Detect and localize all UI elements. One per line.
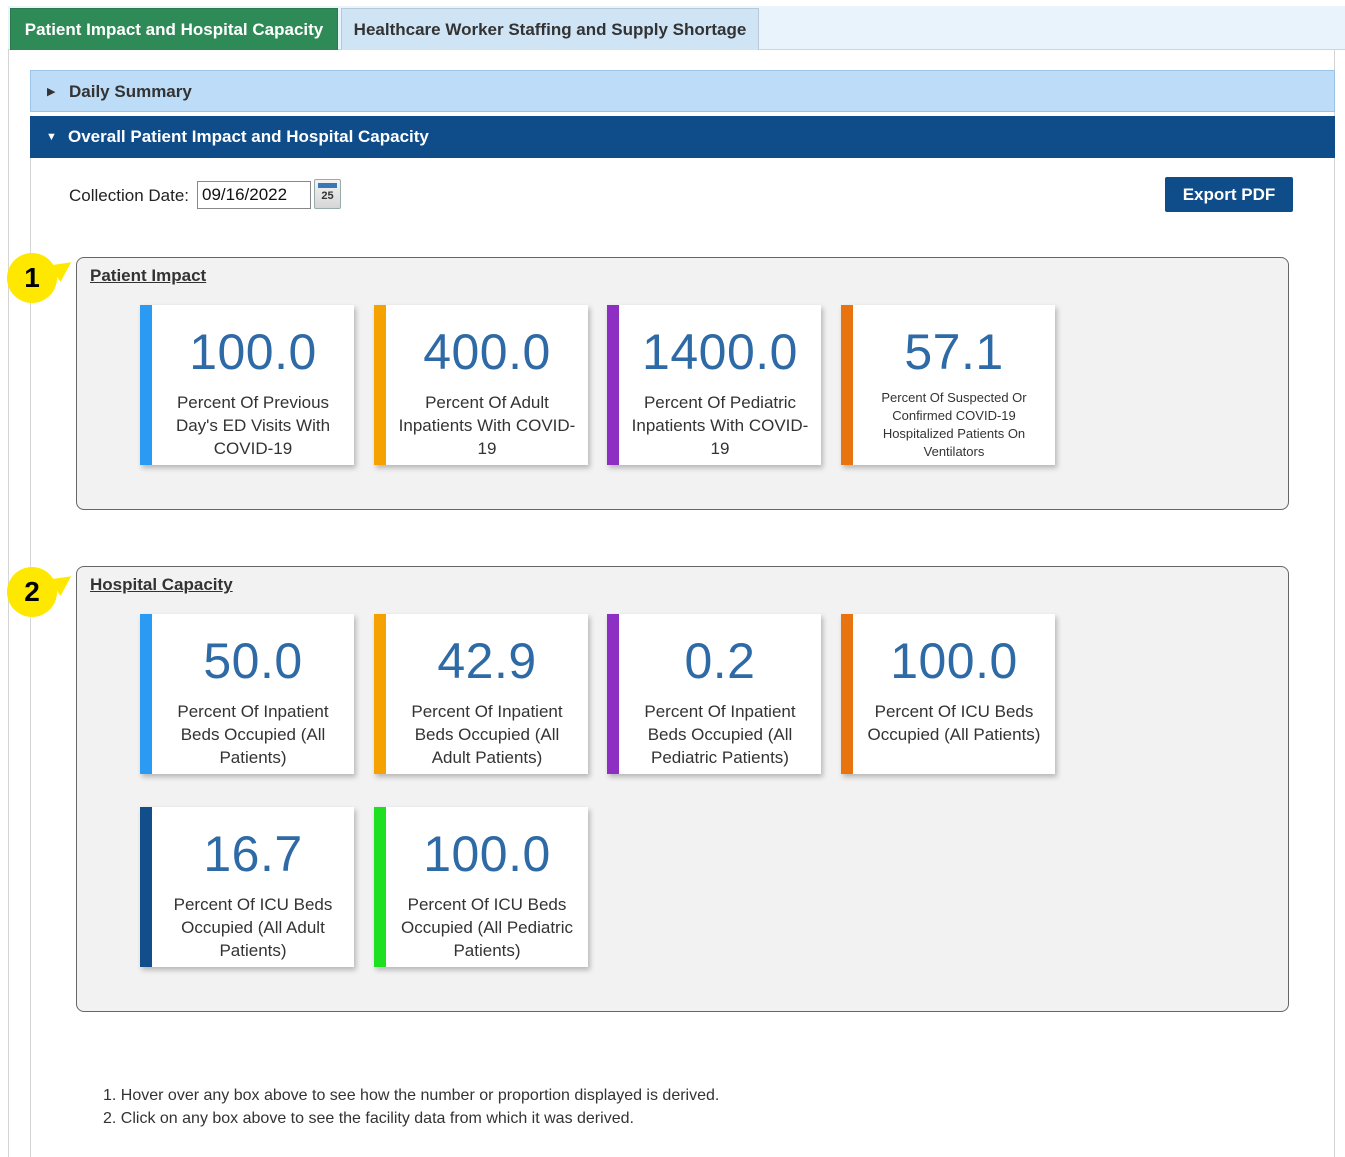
metric-label: Percent Of ICU Beds Occupied (All Adult … xyxy=(173,895,333,960)
metric-card[interactable]: 400.0 Percent Of Adult Inpatients With C… xyxy=(374,305,588,465)
metric-card[interactable]: 50.0 Percent Of Inpatient Beds Occupied … xyxy=(140,614,354,774)
accordion-daily-summary-label: Daily Summary xyxy=(69,82,192,101)
metric-label: Percent Of ICU Beds Occupied (All Pediat… xyxy=(401,895,573,960)
metric-label: Percent Of Inpatient Beds Occupied (All … xyxy=(644,702,796,767)
metric-label: Percent Of Inpatient Beds Occupied (All … xyxy=(177,702,329,767)
metric-label: Percent Of ICU Beds Occupied (All Patien… xyxy=(867,702,1041,744)
metric-value: 42.9 xyxy=(437,633,537,689)
tab-patient-impact[interactable]: Patient Impact and Hospital Capacity xyxy=(10,8,338,50)
footnote-2: 2. Click on any box above to see the fac… xyxy=(103,1110,634,1127)
metric-value: 100.0 xyxy=(423,826,551,882)
collection-date-input[interactable]: 09/16/2022 xyxy=(197,181,311,209)
metric-card[interactable]: 16.7 Percent Of ICU Beds Occupied (All A… xyxy=(140,807,354,967)
metric-card[interactable]: 42.9 Percent Of Inpatient Beds Occupied … xyxy=(374,614,588,774)
calendar-header xyxy=(318,183,337,188)
tab-bar: Patient Impact and Hospital Capacity Hea… xyxy=(0,0,1345,50)
metric-label: Percent Of Pediatric Inpatients With COV… xyxy=(631,393,809,458)
metric-card[interactable]: 57.1 Percent Of Suspected Or Confirmed C… xyxy=(841,305,1055,465)
metric-card[interactable]: 1400.0 Percent Of Pediatric Inpatients W… xyxy=(607,305,821,465)
metric-value: 100.0 xyxy=(890,633,1018,689)
callout-marker-2: 2 xyxy=(7,567,57,617)
metric-value: 400.0 xyxy=(423,324,551,380)
metric-card[interactable]: 0.2 Percent Of Inpatient Beds Occupied (… xyxy=(607,614,821,774)
metric-value: 1400.0 xyxy=(642,324,798,380)
calendar-icon[interactable]: 25 xyxy=(314,179,341,209)
hospital-capacity-title: Hospital Capacity xyxy=(90,575,233,594)
footnote-1: 1. Hover over any box above to see how t… xyxy=(103,1087,720,1104)
export-pdf-button[interactable]: Export PDF xyxy=(1165,177,1293,212)
metric-label: Percent Of Previous Day's ED Visits With… xyxy=(175,393,331,458)
accordion-overall-label: Overall Patient Impact and Hospital Capa… xyxy=(68,127,429,146)
footnotes: 1. Hover over any box above to see how t… xyxy=(103,1084,719,1130)
accordion-overall[interactable]: ▼ Overall Patient Impact and Hospital Ca… xyxy=(30,116,1335,158)
metric-card[interactable]: 100.0 Percent Of ICU Beds Occupied (All … xyxy=(374,807,588,967)
caret-right-icon: ▶ xyxy=(47,86,56,98)
metric-value: 50.0 xyxy=(203,633,303,689)
metric-card[interactable]: 100.0 Percent Of Previous Day's ED Visit… xyxy=(140,305,354,465)
metric-value: 100.0 xyxy=(189,324,317,380)
metric-value: 0.2 xyxy=(684,633,756,689)
calendar-day: 25 xyxy=(321,190,334,202)
metric-value: 57.1 xyxy=(904,324,1004,380)
accordion-daily-summary[interactable]: ▶ Daily Summary xyxy=(30,70,1335,112)
metric-label: Percent Of Adult Inpatients With COVID-1… xyxy=(398,393,576,458)
patient-impact-title: Patient Impact xyxy=(90,266,207,285)
caret-down-icon: ▼ xyxy=(46,131,57,143)
metric-card[interactable]: 100.0 Percent Of ICU Beds Occupied (All … xyxy=(841,614,1055,774)
metric-label: Percent Of Suspected Or Confirmed COVID-… xyxy=(881,390,1027,459)
tab-healthcare-worker-staffing[interactable]: Healthcare Worker Staffing and Supply Sh… xyxy=(341,8,759,50)
collection-date-label: Collection Date: xyxy=(69,186,190,205)
callout-marker-1: 1 xyxy=(7,253,57,303)
metric-value: 16.7 xyxy=(203,826,303,882)
metric-label: Percent Of Inpatient Beds Occupied (All … xyxy=(411,702,563,767)
